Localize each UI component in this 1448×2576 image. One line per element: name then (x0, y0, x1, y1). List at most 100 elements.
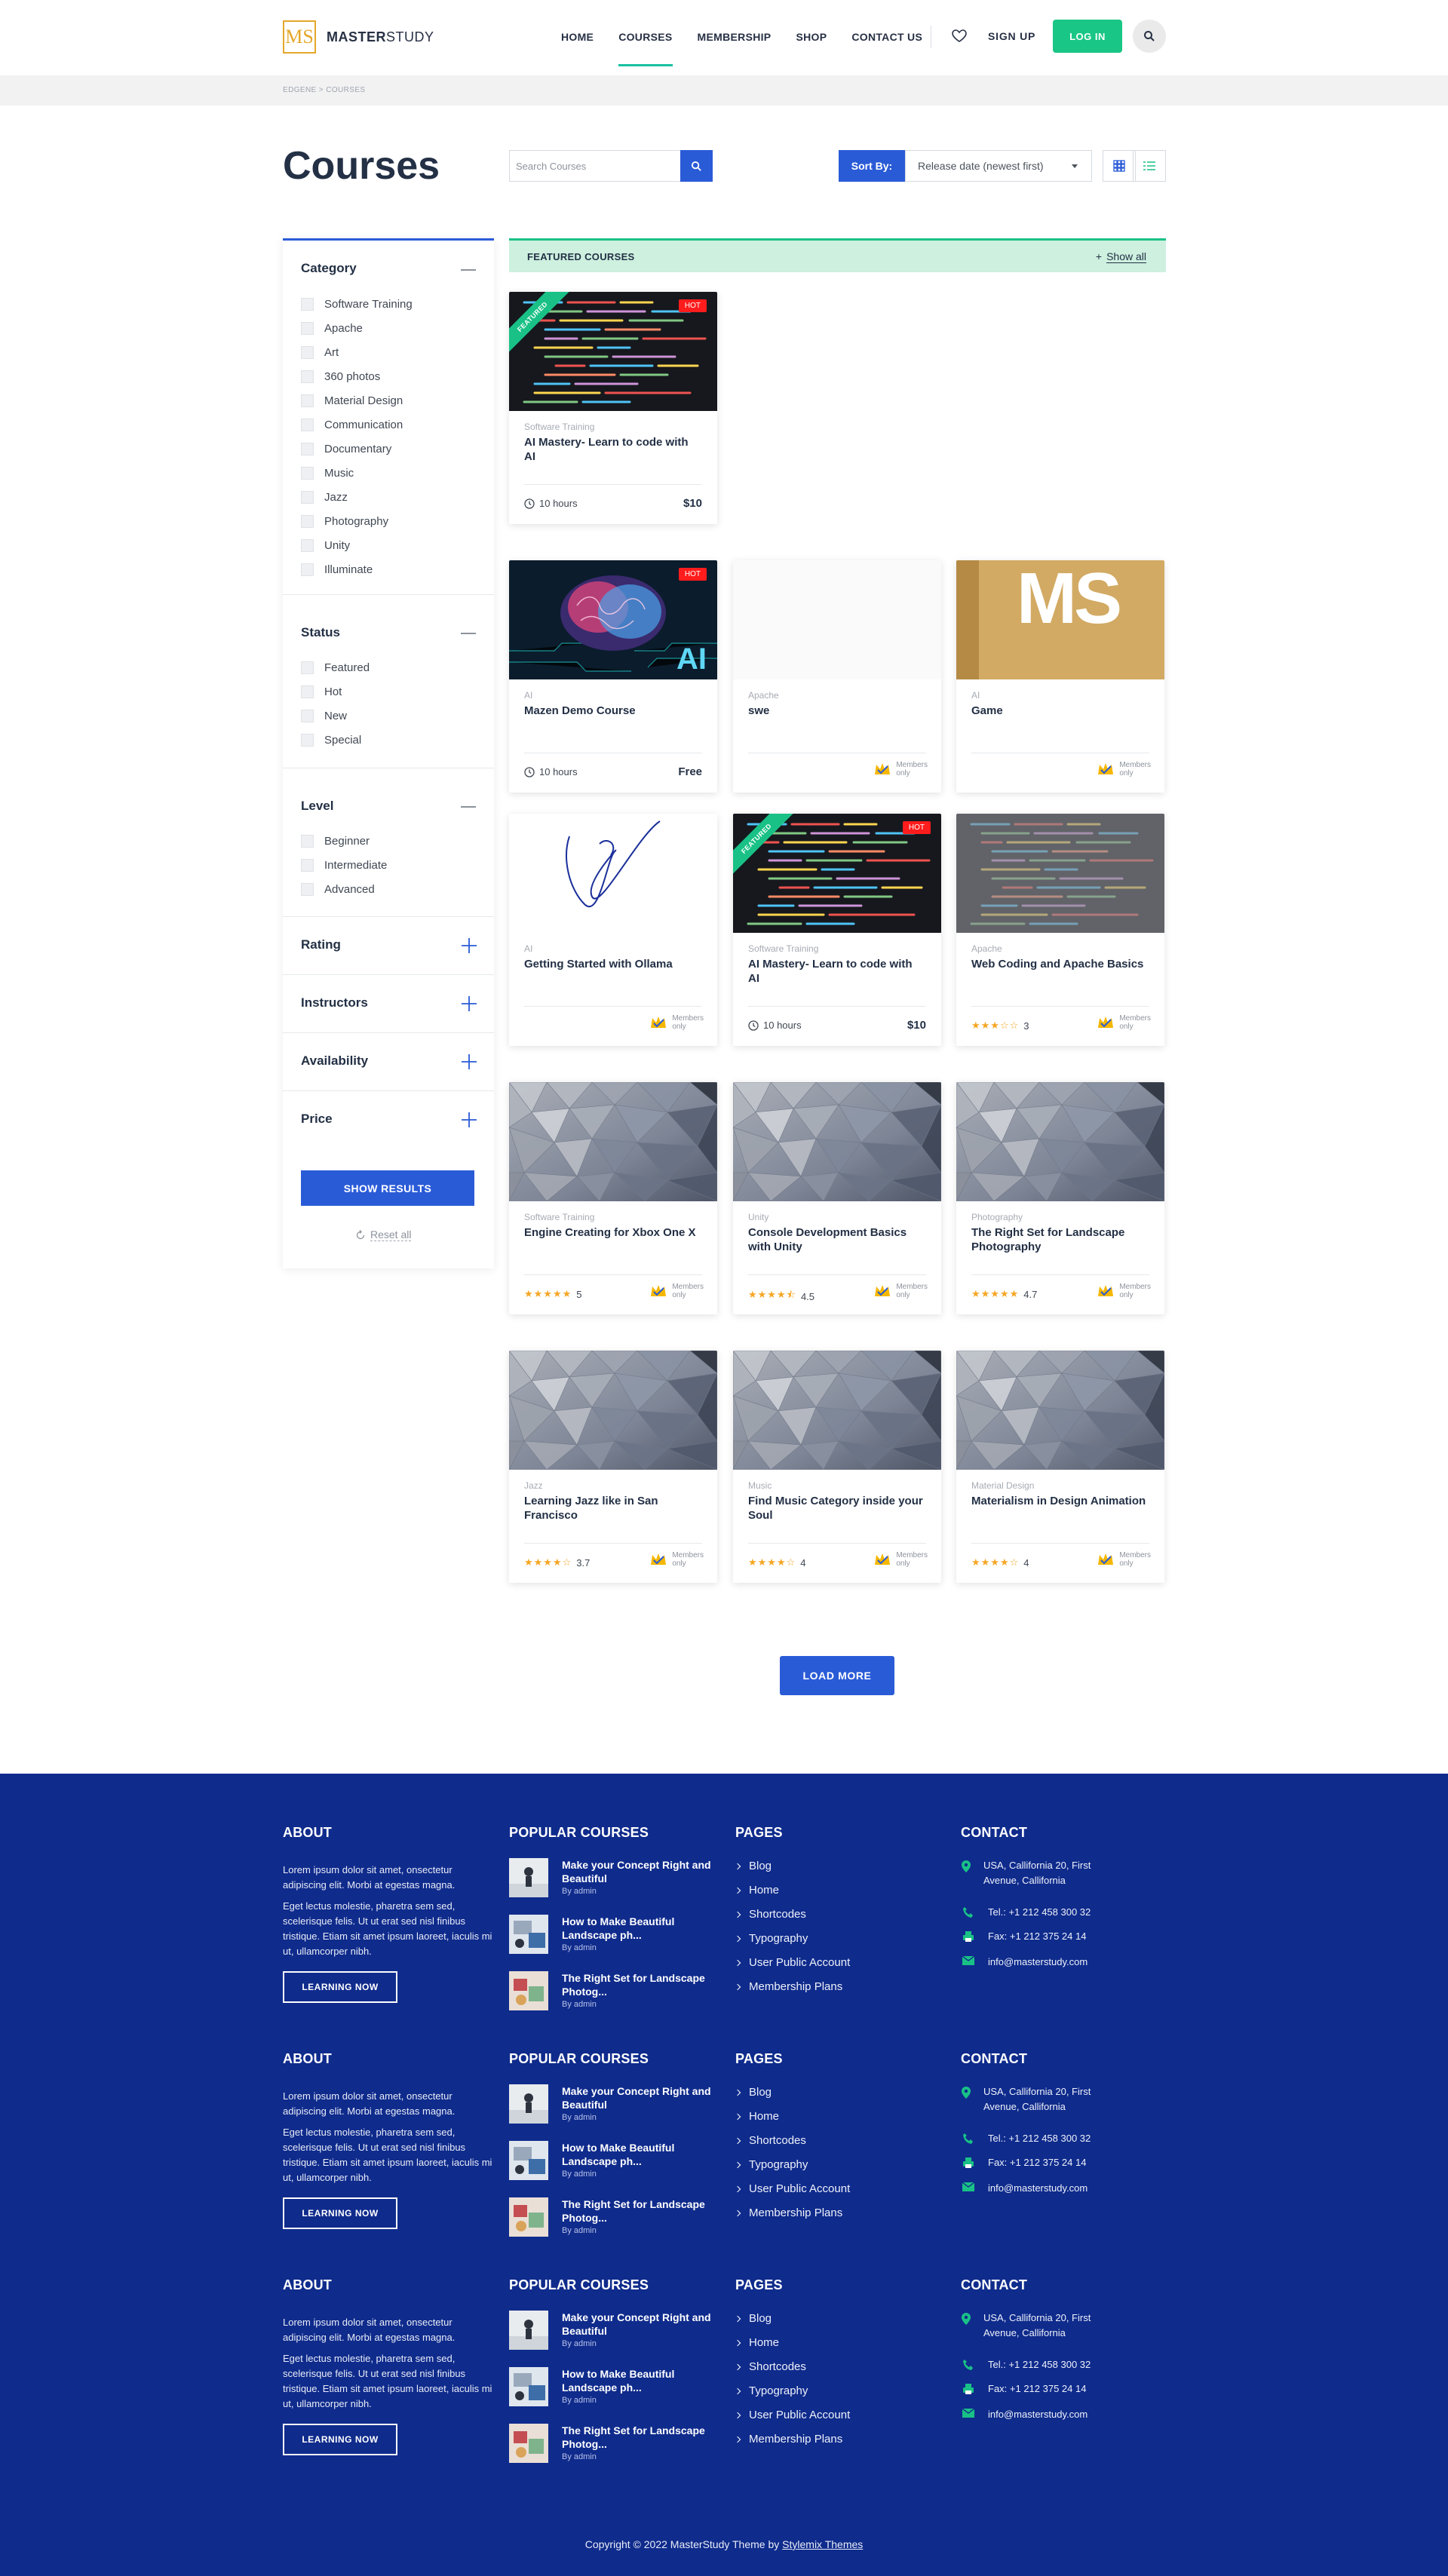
contact-email[interactable]: info@masterstudy.com (961, 2407, 1088, 2422)
filter-option[interactable]: Unity (301, 539, 350, 552)
reset-all-link[interactable]: Reset all (355, 1228, 412, 1241)
course-title[interactable]: Getting Started with Ollama (524, 957, 702, 971)
course-card[interactable]: Apache Web Coding and Apache Basics ★★★☆… (956, 814, 1164, 1046)
checkbox[interactable] (301, 298, 314, 311)
checkbox[interactable] (301, 883, 314, 896)
collapse-icon[interactable] (461, 633, 476, 634)
filter-availability[interactable]: Availability (283, 1033, 494, 1091)
header-search-button[interactable] (1133, 20, 1166, 53)
footer-page-link[interactable]: Shortcodes (734, 1908, 806, 1921)
checkbox[interactable] (301, 394, 314, 407)
course-title[interactable]: Materialism in Design Animation (971, 1494, 1149, 1508)
plus-icon[interactable] (461, 937, 477, 954)
footer-page-link[interactable]: Blog (734, 2086, 772, 2099)
filter-option[interactable]: Material Design (301, 394, 403, 407)
course-thumbnail[interactable] (956, 1082, 1164, 1201)
course-category[interactable]: Unity (748, 1212, 768, 1222)
course-title[interactable]: AI Mastery- Learn to code with AI (748, 957, 926, 986)
course-title[interactable]: Web Coding and Apache Basics (971, 957, 1149, 971)
filter-option[interactable]: Beginner (301, 835, 370, 848)
footer-page-link[interactable]: Typography (734, 2384, 808, 2397)
nav-home[interactable]: HOME (561, 0, 594, 75)
plus-icon[interactable] (461, 995, 477, 1012)
course-card[interactable]: Software Training Engine Creating for Xb… (509, 1082, 717, 1314)
popular-course-item[interactable]: How to Make Beautiful Landscape ph... By … (509, 2141, 713, 2180)
stylemix-link[interactable]: Stylemix Themes (782, 2538, 863, 2550)
course-title[interactable]: Engine Creating for Xbox One X (524, 1225, 702, 1240)
footer-page-link[interactable]: Membership Plans (734, 2206, 842, 2219)
checkbox[interactable] (301, 563, 314, 576)
nav-membership[interactable]: MEMBERSHIP (698, 0, 772, 75)
course-title[interactable]: Find Music Category inside your Soul (748, 1494, 926, 1523)
popular-course-title[interactable]: The Right Set for Landscape Photog... (562, 2197, 713, 2225)
course-category[interactable]: Apache (971, 943, 1002, 954)
search-input[interactable] (509, 150, 680, 182)
popular-course-title[interactable]: The Right Set for Landscape Photog... (562, 2424, 713, 2451)
checkbox[interactable] (301, 491, 314, 504)
course-card[interactable]: Material Design Materialism in Design An… (956, 1351, 1164, 1583)
popular-course-item[interactable]: The Right Set for Landscape Photog... By … (509, 1971, 713, 2010)
filter-option[interactable]: Communication (301, 419, 403, 431)
course-category[interactable]: Software Training (524, 422, 594, 432)
course-thumbnail[interactable] (509, 1082, 717, 1201)
course-card[interactable]: MS AI Game Members only (956, 560, 1164, 793)
signup-link[interactable]: SIGN UP (988, 30, 1035, 42)
grid-view-toggle[interactable] (1103, 150, 1136, 182)
course-title[interactable]: Learning Jazz like in San Francisco (524, 1494, 702, 1523)
footer-page-link[interactable]: Membership Plans (734, 1980, 842, 1993)
footer-page-link[interactable]: User Public Account (734, 2182, 850, 2195)
footer-page-link[interactable]: User Public Account (734, 1956, 850, 1969)
course-card[interactable]: AI HOT AI Mazen Demo Course 10 hours Fre… (509, 560, 717, 793)
course-title[interactable]: Game (971, 704, 1149, 718)
learning-now-button[interactable]: LEARNING NOW (283, 1971, 397, 2003)
course-thumbnail[interactable]: AI HOT (509, 560, 717, 679)
popular-course-item[interactable]: Make your Concept Right and Beautiful By … (509, 2311, 713, 2350)
show-all-link[interactable]: + Show all (1096, 250, 1146, 263)
course-category[interactable]: Software Training (524, 1212, 594, 1222)
course-category[interactable]: AI (524, 690, 532, 701)
filter-option[interactable]: Intermediate (301, 859, 387, 872)
course-card[interactable]: FEATURED HOT Software Training AI Master… (509, 292, 717, 524)
course-thumbnail[interactable]: MS (956, 560, 1164, 679)
course-title[interactable]: The Right Set for Landscape Photography (971, 1225, 1149, 1254)
filter-option[interactable]: Jazz (301, 491, 348, 504)
course-thumbnail[interactable]: FEATURED HOT (733, 814, 941, 933)
filter-option[interactable]: Software Training (301, 298, 413, 311)
checkbox[interactable] (301, 443, 314, 455)
course-category[interactable]: Apache (748, 690, 779, 701)
course-category[interactable]: Material Design (971, 1480, 1034, 1491)
popular-course-title[interactable]: How to Make Beautiful Landscape ph... (562, 2141, 713, 2168)
footer-page-link[interactable]: Home (734, 2110, 779, 2123)
course-thumbnail[interactable] (733, 1082, 941, 1201)
popular-course-item[interactable]: How to Make Beautiful Landscape ph... By … (509, 2367, 713, 2406)
filter-instructors[interactable]: Instructors (283, 975, 494, 1033)
show-results-button[interactable]: SHOW RESULTS (301, 1170, 474, 1206)
plus-icon[interactable] (461, 1112, 477, 1128)
footer-page-link[interactable]: Home (734, 1884, 779, 1897)
course-category[interactable]: Music (748, 1480, 772, 1491)
checkbox[interactable] (301, 467, 314, 480)
contact-email[interactable]: info@masterstudy.com (961, 2181, 1088, 2196)
filter-option[interactable]: 360 photos (301, 370, 380, 383)
checkbox[interactable] (301, 710, 314, 722)
course-category[interactable]: Software Training (748, 943, 818, 954)
course-thumbnail[interactable] (733, 1351, 941, 1470)
footer-page-link[interactable]: Blog (734, 1860, 772, 1872)
footer-page-link[interactable]: User Public Account (734, 2409, 850, 2421)
filter-option[interactable]: New (301, 710, 347, 722)
checkbox[interactable] (301, 419, 314, 431)
popular-course-title[interactable]: Make your Concept Right and Beautiful (562, 1858, 713, 1885)
course-category[interactable]: AI (524, 943, 532, 954)
course-card[interactable]: AI Getting Started with Ollama Members on… (509, 814, 717, 1046)
load-more-button[interactable]: LOAD MORE (780, 1656, 894, 1695)
checkbox[interactable] (301, 515, 314, 528)
contact-phone[interactable]: Tel.: +1 212 458 300 32 (961, 2357, 1091, 2372)
course-title[interactable]: swe (748, 704, 926, 718)
footer-page-link[interactable]: Shortcodes (734, 2360, 806, 2373)
popular-course-thumb[interactable] (509, 1858, 548, 1897)
checkbox[interactable] (301, 661, 314, 674)
filter-price[interactable]: Price (283, 1091, 494, 1149)
filter-option[interactable]: Featured (301, 661, 370, 674)
course-category[interactable]: AI (971, 690, 980, 701)
site-logo[interactable]: MS MASTERSTUDY (283, 20, 434, 54)
